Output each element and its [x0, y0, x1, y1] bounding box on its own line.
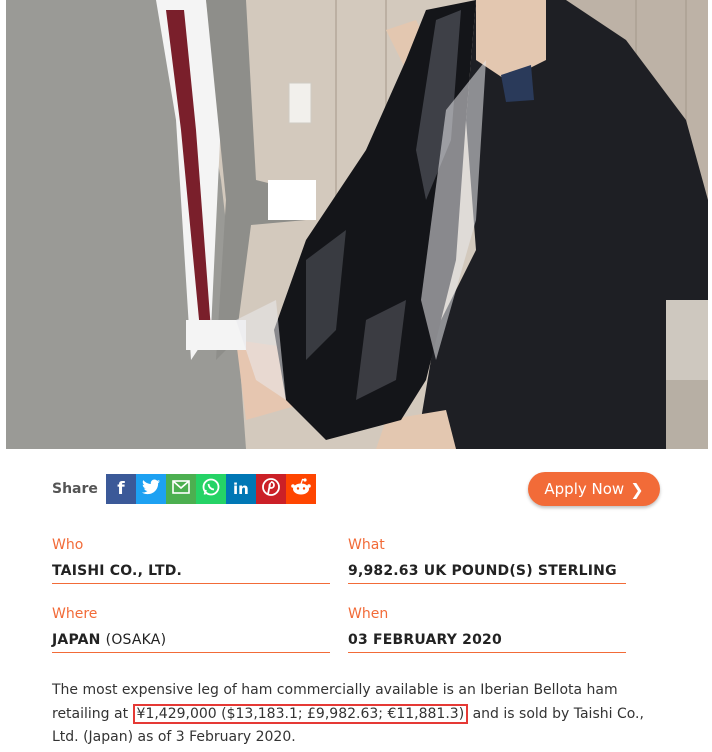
apply-now-label: Apply Now: [544, 480, 625, 498]
pinterest-share-button[interactable]: [255, 474, 286, 504]
where-value: JAPAN: [52, 632, 101, 648]
share-bar: Share f in: [52, 474, 316, 504]
linkedin-share-button[interactable]: in: [225, 474, 256, 504]
where-value-row: JAPAN (OSAKA): [52, 632, 330, 648]
linkedin-icon: in: [232, 480, 249, 498]
reddit-share-button[interactable]: [285, 474, 316, 504]
facebook-share-button[interactable]: f: [105, 474, 136, 504]
where-field: Where JAPAN (OSAKA): [52, 606, 330, 653]
twitter-icon: [141, 479, 160, 500]
when-divider: [348, 652, 626, 653]
who-divider: [52, 583, 330, 584]
where-detail: (OSAKA): [105, 632, 167, 648]
what-label: What: [348, 537, 385, 553]
facebook-icon: f: [117, 479, 125, 499]
whatsapp-share-button[interactable]: [195, 474, 226, 504]
pinterest-icon: [261, 477, 281, 502]
who-value: TAISHI CO., LTD.: [52, 563, 183, 579]
twitter-share-button[interactable]: [135, 474, 166, 504]
price-highlight: ¥1,429,000 ($13,183.1; £9,982.63; €11,88…: [132, 703, 469, 724]
record-description: The most expensive leg of ham commercial…: [52, 679, 652, 750]
when-value: 03 FEBRUARY 2020: [348, 632, 502, 648]
reddit-icon: [290, 477, 312, 502]
what-field: What 9,982.63 UK POUND(S) STERLING: [348, 537, 626, 584]
record-photo: [6, 0, 708, 449]
when-label: When: [348, 606, 389, 622]
apply-now-button[interactable]: Apply Now ❯: [528, 472, 660, 506]
who-label: Who: [52, 537, 84, 553]
what-divider: [348, 583, 626, 584]
who-field: Who TAISHI CO., LTD.: [52, 537, 330, 584]
where-divider: [52, 652, 330, 653]
whatsapp-icon: [201, 477, 221, 502]
where-label: Where: [52, 606, 98, 622]
email-share-button[interactable]: [165, 474, 196, 504]
what-value: 9,982.63 UK POUND(S) STERLING: [348, 563, 617, 579]
chevron-right-icon: ❯: [630, 479, 644, 499]
when-field: When 03 FEBRUARY 2020: [348, 606, 626, 653]
share-label: Share: [52, 481, 98, 497]
email-icon: [172, 479, 190, 499]
